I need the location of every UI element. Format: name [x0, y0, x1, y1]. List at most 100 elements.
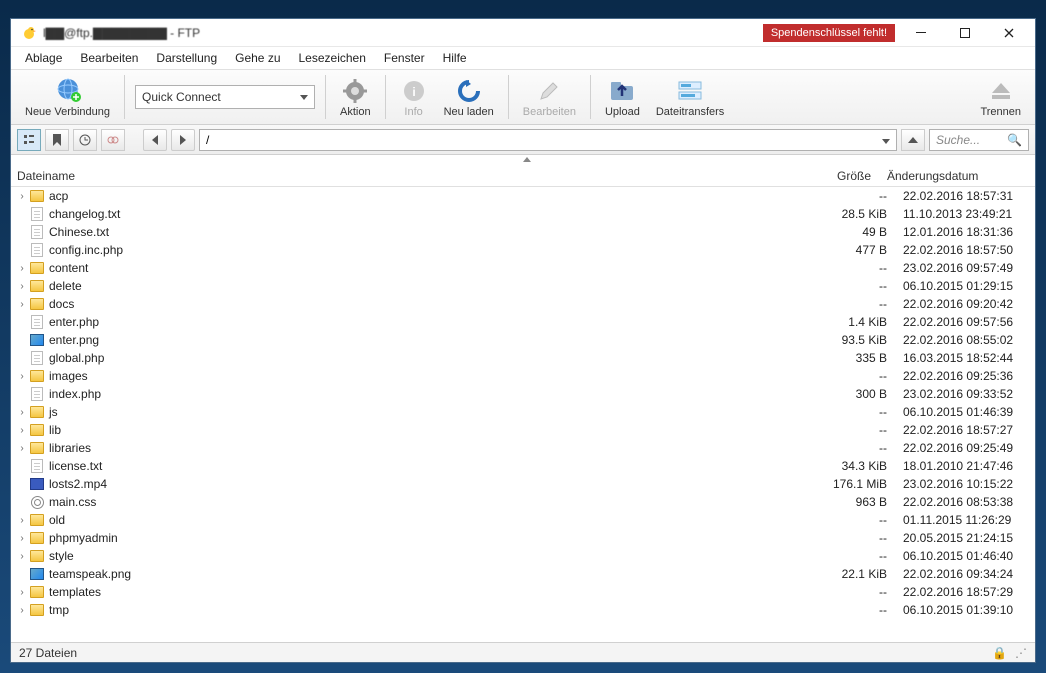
search-input[interactable]: Suche... 🔍: [929, 129, 1029, 151]
expand-chevron-icon[interactable]: ›: [15, 371, 29, 382]
warning-badge[interactable]: Spendenschlüssel fehlt!: [763, 24, 895, 42]
file-row[interactable]: ›libraries--22.02.2016 09:25:49: [11, 439, 1035, 457]
file-row[interactable]: ›content--23.02.2016 09:57:49: [11, 259, 1035, 277]
file-name: license.txt: [49, 459, 815, 473]
file-icon: [29, 224, 45, 240]
file-row[interactable]: ›templates--22.02.2016 18:57:29: [11, 583, 1035, 601]
transfers-button[interactable]: Dateitransfers: [648, 75, 732, 120]
file-date: 22.02.2016 09:57:56: [895, 315, 1035, 329]
expand-chevron-icon[interactable]: ›: [15, 515, 29, 526]
column-size-header[interactable]: Größe: [799, 169, 879, 183]
view-bonjour-button[interactable]: [101, 129, 125, 151]
expand-chevron-icon[interactable]: ›: [15, 281, 29, 292]
file-size: 1.4 KiB: [815, 315, 895, 329]
file-date: 06.10.2015 01:29:15: [895, 279, 1035, 293]
toolbar: Neue Verbindung Quick Connect Aktion i I…: [11, 69, 1035, 125]
file-row[interactable]: ›lib--22.02.2016 18:57:27: [11, 421, 1035, 439]
file-row[interactable]: main.css963 B22.02.2016 08:53:38: [11, 493, 1035, 511]
expand-chevron-icon[interactable]: ›: [15, 443, 29, 454]
file-row[interactable]: ›tmp--06.10.2015 01:39:10: [11, 601, 1035, 619]
expand-chevron-icon[interactable]: ›: [15, 587, 29, 598]
file-row[interactable]: ›js--06.10.2015 01:46:39: [11, 403, 1035, 421]
file-row[interactable]: changelog.txt28.5 KiB11.10.2013 23:49:21: [11, 205, 1035, 223]
disconnect-button[interactable]: Trennen: [972, 75, 1029, 120]
new-connection-button[interactable]: Neue Verbindung: [17, 75, 118, 120]
nav-forward-button[interactable]: [171, 129, 195, 151]
file-row[interactable]: ›old--01.11.2015 11:26:29: [11, 511, 1035, 529]
file-name: delete: [49, 279, 815, 293]
nav-up-button[interactable]: [901, 129, 925, 151]
view-history-button[interactable]: [73, 129, 97, 151]
file-name: enter.php: [49, 315, 815, 329]
transfers-icon: [676, 77, 704, 105]
file-icon: [29, 386, 45, 402]
menu-darstellung[interactable]: Darstellung: [148, 49, 225, 67]
file-size: 22.1 KiB: [815, 567, 895, 581]
maximize-button[interactable]: [943, 19, 987, 47]
file-size: 477 B: [815, 243, 895, 257]
file-row[interactable]: ›delete--06.10.2015 01:29:15: [11, 277, 1035, 295]
file-row[interactable]: license.txt34.3 KiB18.01.2010 21:47:46: [11, 457, 1035, 475]
column-name-header[interactable]: Dateiname: [11, 169, 799, 183]
reload-button[interactable]: Neu laden: [436, 75, 502, 120]
file-row[interactable]: ›phpmyadmin--20.05.2015 21:24:15: [11, 529, 1035, 547]
file-row[interactable]: enter.png93.5 KiB22.02.2016 08:55:02: [11, 331, 1035, 349]
file-row[interactable]: ›docs--22.02.2016 09:20:42: [11, 295, 1035, 313]
reload-icon: [455, 77, 483, 105]
info-button[interactable]: i Info: [392, 75, 436, 120]
file-row[interactable]: Chinese.txt49 B12.01.2016 18:31:36: [11, 223, 1035, 241]
file-size: --: [815, 405, 895, 419]
expand-chevron-icon[interactable]: ›: [15, 191, 29, 202]
file-row[interactable]: enter.php1.4 KiB22.02.2016 09:57:56: [11, 313, 1035, 331]
close-button[interactable]: [987, 19, 1031, 47]
quick-connect-dropdown[interactable]: Quick Connect: [135, 85, 315, 109]
file-size: 49 B: [815, 225, 895, 239]
file-size: --: [815, 369, 895, 383]
action-button[interactable]: Aktion: [332, 75, 379, 120]
file-date: 20.05.2015 21:24:15: [895, 531, 1035, 545]
path-input[interactable]: /: [199, 129, 897, 151]
menu-fenster[interactable]: Fenster: [376, 49, 433, 67]
file-row[interactable]: index.php300 B23.02.2016 09:33:52: [11, 385, 1035, 403]
menu-ablage[interactable]: Ablage: [17, 49, 70, 67]
file-date: 22.02.2016 09:25:36: [895, 369, 1035, 383]
menu-bearbeiten[interactable]: Bearbeiten: [72, 49, 146, 67]
edit-button[interactable]: Bearbeiten: [515, 75, 584, 120]
eject-icon: [987, 77, 1015, 105]
file-name: main.css: [49, 495, 815, 509]
view-tree-button[interactable]: [17, 129, 41, 151]
minimize-button[interactable]: [899, 19, 943, 47]
menu-hilfe[interactable]: Hilfe: [435, 49, 475, 67]
expand-chevron-icon[interactable]: ›: [15, 263, 29, 274]
column-date-header[interactable]: Änderungsdatum: [879, 169, 1019, 183]
file-row[interactable]: ›acp--22.02.2016 18:57:31: [11, 187, 1035, 205]
menu-gehezu[interactable]: Gehe zu: [227, 49, 288, 67]
upload-icon: [608, 77, 636, 105]
file-row[interactable]: ›style--06.10.2015 01:46:40: [11, 547, 1035, 565]
file-size: 28.5 KiB: [815, 207, 895, 221]
expand-chevron-icon[interactable]: ›: [15, 407, 29, 418]
file-date: 12.01.2016 18:31:36: [895, 225, 1035, 239]
file-date: 22.02.2016 18:57:31: [895, 189, 1035, 203]
video-icon: [29, 476, 45, 492]
nav-back-button[interactable]: [143, 129, 167, 151]
menu-lesezeichen[interactable]: Lesezeichen: [291, 49, 374, 67]
file-date: 06.10.2015 01:46:40: [895, 549, 1035, 563]
file-row[interactable]: losts2.mp4176.1 MiB23.02.2016 10:15:22: [11, 475, 1035, 493]
expand-chevron-icon[interactable]: ›: [15, 533, 29, 544]
column-indicator: [11, 155, 1035, 165]
file-name: phpmyadmin: [49, 531, 815, 545]
file-date: 22.02.2016 18:57:29: [895, 585, 1035, 599]
file-list[interactable]: ›acp--22.02.2016 18:57:31changelog.txt28…: [11, 187, 1035, 642]
file-row[interactable]: ›images--22.02.2016 09:25:36: [11, 367, 1035, 385]
file-row[interactable]: config.inc.php477 B22.02.2016 18:57:50: [11, 241, 1035, 259]
file-row[interactable]: global.php335 B16.03.2015 18:52:44: [11, 349, 1035, 367]
expand-chevron-icon[interactable]: ›: [15, 551, 29, 562]
expand-chevron-icon[interactable]: ›: [15, 605, 29, 616]
upload-button[interactable]: Upload: [597, 75, 648, 120]
expand-chevron-icon[interactable]: ›: [15, 299, 29, 310]
expand-chevron-icon[interactable]: ›: [15, 425, 29, 436]
file-row[interactable]: teamspeak.png22.1 KiB22.02.2016 09:34:24: [11, 565, 1035, 583]
folder-icon: [29, 602, 45, 618]
view-bookmark-button[interactable]: [45, 129, 69, 151]
